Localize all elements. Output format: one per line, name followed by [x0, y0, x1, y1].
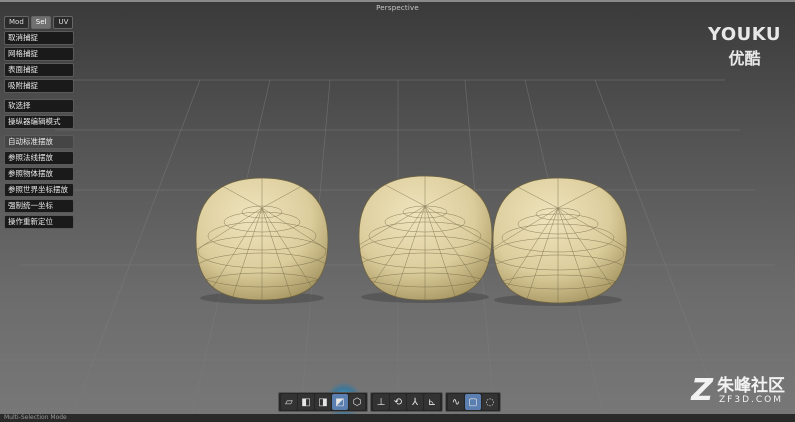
select-mode-group: ∿ ▢ ◌ [445, 392, 501, 412]
bottom-toolbar: ▱ ◧ ◨ ◩ ⬡ ⊥ ⟲ ⅄ ⊾ ∿ ▢ ◌ [278, 392, 501, 412]
sphere-mesh-1[interactable] [194, 170, 330, 305]
youku-logo-text: YOUKU [707, 24, 781, 45]
3d-viewport[interactable]: Perspective Mod Sel UV 取消捕捉 网格捕捉 表面捕捉 吸附… [0, 0, 795, 422]
auto-place-button[interactable]: 自动标准摆放 [4, 135, 74, 149]
axis-up-icon[interactable]: ⊥ [373, 394, 389, 410]
sphere-mesh-2[interactable] [355, 168, 495, 305]
lasso-select-icon[interactable]: ∿ [448, 394, 464, 410]
attach-snap-button[interactable]: 吸附捕捉 [4, 79, 74, 93]
world-place-button[interactable]: 参照世界坐标摆放 [4, 183, 74, 197]
tool-panel: Mod Sel UV 取消捕捉 网格捕捉 表面捕捉 吸附捕捉 软选择 操纵器编辑… [4, 16, 74, 231]
cube-side-icon[interactable]: ◨ [315, 394, 331, 410]
cube-persp-icon[interactable]: ◩ [332, 394, 348, 410]
axis-rotate-icon[interactable]: ⟲ [390, 394, 406, 410]
status-bar: Multi-Selection Mode [0, 414, 795, 422]
reposition-button[interactable]: 操作重新定位 [4, 215, 74, 229]
zf-logo-mark: Z [691, 373, 713, 408]
cancel-snap-button[interactable]: 取消捕捉 [4, 31, 74, 45]
cube-solid-icon[interactable]: ⬡ [349, 394, 365, 410]
tab-sel[interactable]: Sel [30, 16, 52, 29]
mode-tabs: Mod Sel UV [4, 16, 74, 29]
soft-select-button[interactable]: 软选择 [4, 99, 74, 113]
axis-local-icon[interactable]: ⊾ [424, 394, 440, 410]
normal-place-button[interactable]: 参照法线摆放 [4, 151, 74, 165]
cube-wire-icon[interactable]: ▱ [281, 394, 297, 410]
axis-tripod-icon[interactable]: ⅄ [407, 394, 423, 410]
sphere-mesh-3[interactable] [488, 170, 628, 308]
rect-select-icon[interactable]: ▢ [465, 394, 481, 410]
tab-uv[interactable]: UV [53, 16, 74, 29]
force-unify-button[interactable]: 强制统一坐标 [4, 199, 74, 213]
mesh-objects [194, 168, 628, 308]
tab-mod[interactable]: Mod [4, 16, 29, 29]
youku-watermark: YOUKU 优酷 [708, 24, 781, 69]
grid-snap-button[interactable]: 网格捕捉 [4, 47, 74, 61]
zf-logo-cn: 朱峰社区 [717, 376, 785, 396]
object-place-button[interactable]: 参照物体摆放 [4, 167, 74, 181]
zf3d-watermark: Z 朱峰社区 ZF3D.COM [691, 376, 785, 406]
youku-logo-cn: 优酷 [728, 49, 761, 68]
axis-group: ⊥ ⟲ ⅄ ⊾ [370, 392, 443, 412]
cube-front-icon[interactable]: ◧ [298, 394, 314, 410]
view-mode-group: ▱ ◧ ◨ ◩ ⬡ [278, 392, 368, 412]
zf-logo-en: ZF3D.COM [719, 395, 783, 405]
surface-snap-button[interactable]: 表面捕捉 [4, 63, 74, 77]
manipulator-edit-button[interactable]: 操纵器编辑模式 [4, 115, 74, 129]
paint-select-icon[interactable]: ◌ [482, 394, 498, 410]
zf-logo-text: 朱峰社区 ZF3D.COM [717, 377, 785, 405]
